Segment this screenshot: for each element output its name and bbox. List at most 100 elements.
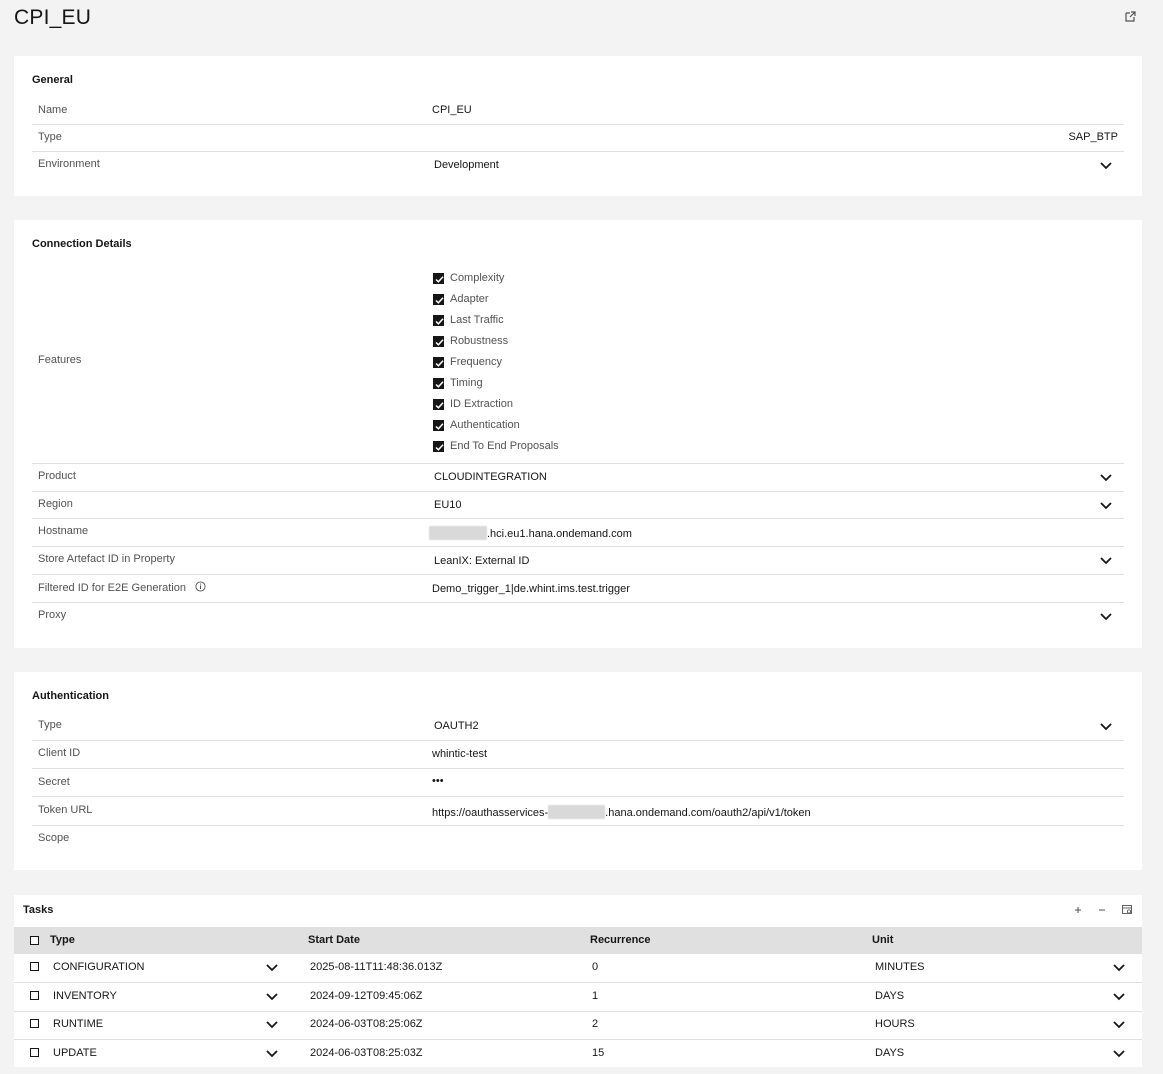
task-type: CONFIGURATION — [53, 961, 145, 973]
feature-checkbox[interactable]: Last Traffic — [433, 312, 504, 328]
information-icon[interactable] — [195, 581, 206, 592]
connection-details-section: Connection Details Features Product CLOU… — [14, 220, 1142, 648]
authentication-section: Authentication Type OAUTH2 Client ID whi… — [14, 672, 1142, 870]
chevron-down-icon[interactable] — [266, 964, 278, 972]
feature-checkbox[interactable]: Authentication — [433, 417, 520, 433]
column-recurrence[interactable]: Recurrence — [590, 934, 651, 946]
product-value: CLOUDINTEGRATION — [434, 471, 547, 483]
chevron-down-icon[interactable] — [1100, 723, 1112, 731]
filtered-id-label: Filtered ID for E2E Generation — [38, 581, 206, 594]
table-row[interactable]: INVENTORY 2024-09-12T09:45:06Z 1 DAYS — [14, 983, 1142, 1012]
column-type[interactable]: Type — [50, 934, 75, 946]
type-label: Type — [38, 131, 62, 143]
feature-checkbox[interactable]: Adapter — [433, 291, 489, 307]
checkbox-checked-icon[interactable] — [433, 272, 444, 284]
row-checkbox[interactable] — [30, 991, 39, 1000]
chevron-down-icon[interactable] — [1100, 613, 1112, 621]
region-label: Region — [38, 498, 73, 510]
checkbox-checked-icon[interactable] — [433, 314, 444, 326]
select-all-checkbox[interactable] — [30, 936, 39, 945]
authentication-title: Authentication — [32, 690, 109, 702]
feature-label: Adapter — [450, 293, 489, 305]
feature-label: End To End Proposals — [450, 440, 559, 452]
filtered-id-row[interactable]: Filtered ID for E2E Generation Demo_trig… — [32, 575, 1124, 603]
chevron-down-icon[interactable] — [1113, 1021, 1125, 1029]
column-unit[interactable]: Unit — [872, 934, 893, 946]
chevron-down-icon[interactable] — [1113, 993, 1125, 1001]
filtered-id-value: Demo_trigger_1|de.whint.ims.test.trigger — [432, 583, 630, 595]
feature-checkbox[interactable]: Frequency — [433, 354, 502, 370]
checkbox-checked-icon[interactable] — [433, 419, 444, 431]
add-icon[interactable] — [1073, 905, 1083, 915]
secret-row[interactable]: Secret ••• — [32, 769, 1124, 797]
feature-label: Authentication — [450, 419, 520, 431]
scope-row[interactable]: Scope — [32, 826, 1124, 854]
row-checkbox[interactable] — [30, 1019, 39, 1028]
feature-label: Frequency — [450, 356, 502, 368]
general-title: General — [32, 74, 73, 86]
chevron-down-icon[interactable] — [1113, 964, 1125, 972]
chevron-down-icon[interactable] — [1113, 1050, 1125, 1058]
scope-label: Scope — [38, 832, 70, 844]
task-type: RUNTIME — [53, 1018, 104, 1030]
proxy-row[interactable]: Proxy — [32, 603, 1124, 631]
table-row[interactable]: UPDATE 2024-06-03T08:25:03Z 15 DAYS — [14, 1040, 1142, 1069]
chevron-down-icon[interactable] — [1100, 502, 1112, 510]
product-row[interactable]: Product CLOUDINTEGRATION — [32, 464, 1124, 492]
checkbox-checked-icon[interactable] — [433, 377, 444, 389]
secret-value: ••• — [432, 775, 444, 787]
filtered-id-label-text: Filtered ID for E2E Generation — [38, 582, 186, 594]
checkbox-checked-icon[interactable] — [433, 440, 444, 452]
row-checkbox[interactable] — [30, 962, 39, 971]
feature-label: Complexity — [450, 272, 505, 284]
token-url-value: https://oauthasservices- .hana.ondemand.c… — [432, 805, 811, 819]
launch-icon[interactable] — [1124, 10, 1137, 23]
chevron-down-icon[interactable] — [266, 1021, 278, 1029]
token-url-prefix: https://oauthasservices- — [432, 807, 549, 819]
row-checkbox[interactable] — [30, 1048, 39, 1057]
feature-checkbox[interactable]: Robustness — [433, 333, 508, 349]
checkbox-checked-icon[interactable] — [433, 335, 444, 347]
type-row: Type SAP_BTP — [32, 125, 1124, 152]
feature-checkbox[interactable]: ID Extraction — [433, 396, 513, 412]
store-artefact-row[interactable]: Store Artefact ID in Property LeanIX: Ex… — [32, 547, 1124, 575]
type-value: SAP_BTP — [1068, 131, 1118, 143]
table-row[interactable]: RUNTIME 2024-06-03T08:25:06Z 2 HOURS — [14, 1011, 1142, 1040]
table-settings-icon[interactable] — [1122, 905, 1132, 915]
chevron-down-icon[interactable] — [1100, 557, 1112, 565]
region-value: EU10 — [434, 499, 462, 511]
column-start-date[interactable]: Start Date — [308, 934, 360, 946]
task-recurrence: 15 — [592, 1047, 605, 1059]
client-id-row[interactable]: Client ID whintic-test — [32, 741, 1124, 769]
checkbox-checked-icon[interactable] — [433, 356, 444, 368]
auth-type-row[interactable]: Type OAUTH2 — [32, 713, 1124, 741]
chevron-down-icon[interactable] — [1100, 474, 1112, 482]
feature-label: Last Traffic — [450, 314, 504, 326]
auth-type-value: OAUTH2 — [434, 720, 479, 732]
general-section: General Name CPI_EU Type SAP_BTP Environ… — [14, 56, 1142, 196]
features-label: Features — [38, 354, 82, 366]
checkbox-checked-icon[interactable] — [433, 398, 444, 410]
chevron-down-icon[interactable] — [266, 1050, 278, 1058]
table-row[interactable]: CONFIGURATION 2025-08-11T11:48:36.013Z 0 MI… — [14, 954, 1142, 983]
checkbox-checked-icon[interactable] — [433, 293, 444, 305]
task-recurrence: 2 — [592, 1018, 599, 1030]
region-row[interactable]: Region EU10 — [32, 492, 1124, 519]
chevron-down-icon[interactable] — [1100, 162, 1112, 170]
subtract-icon[interactable] — [1097, 905, 1107, 915]
environment-row[interactable]: Environment Development — [32, 152, 1124, 180]
chevron-down-icon[interactable] — [266, 993, 278, 1001]
secret-label: Secret — [38, 776, 70, 788]
feature-checkbox[interactable]: End To End Proposals — [433, 438, 559, 454]
task-unit: HOURS — [875, 1018, 915, 1030]
hostname-row[interactable]: Hostname .hci.eu1.hana.ondemand.com — [32, 519, 1124, 547]
redacted-text — [429, 526, 487, 540]
task-start-date: 2024-06-03T08:25:06Z — [310, 1018, 423, 1030]
feature-checkbox[interactable]: Timing — [433, 375, 483, 391]
task-start-date: 2024-06-03T08:25:03Z — [310, 1047, 423, 1059]
feature-checkbox[interactable]: Complexity — [433, 270, 504, 286]
hostname-value[interactable]: .hci.eu1.hana.ondemand.com — [429, 526, 632, 540]
store-artefact-label: Store Artefact ID in Property — [38, 553, 175, 565]
token-url-row[interactable]: Token URL https://oauthasservices- .hana.… — [32, 797, 1124, 826]
auth-type-label: Type — [38, 719, 62, 731]
